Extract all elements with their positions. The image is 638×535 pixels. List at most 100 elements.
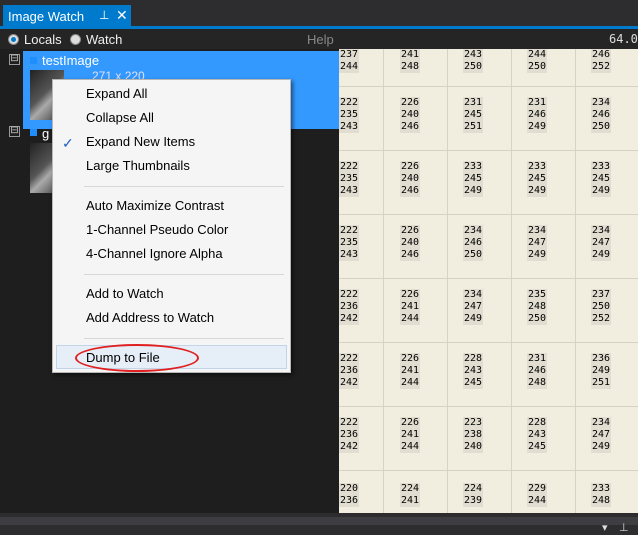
image-type-icon <box>30 129 37 136</box>
menu-item-ignore-alpha[interactable]: 4-Channel Ignore Alpha <box>86 246 223 261</box>
pixel-channel-value: 241 <box>400 495 421 507</box>
radio-selected-icon <box>8 34 19 45</box>
pin-icon[interactable]: ⊥ <box>99 8 109 22</box>
pixel-channel-value: 252 <box>591 61 612 73</box>
pixel-channel-value: 236 <box>339 365 360 377</box>
pixel-channel-value: 233 <box>527 161 548 173</box>
pixel-channel-value: 234 <box>591 417 612 429</box>
menu-item-add-to-watch[interactable]: Add to Watch <box>86 286 164 301</box>
pixel-channel-value: 226 <box>400 353 421 365</box>
pixel-channel-value: 226 <box>400 289 421 301</box>
pixel-channel-value: 222 <box>339 225 360 237</box>
menu-item-large-thumbnails[interactable]: Large Thumbnails <box>86 158 190 173</box>
pixel-channel-value: 228 <box>463 353 484 365</box>
dropdown-icon[interactable]: ▾ <box>602 521 608 534</box>
pixel-channel-value: 236 <box>339 301 360 313</box>
pixel-channel-value: 250 <box>527 61 548 73</box>
pixel-channel-value: 240 <box>400 109 421 121</box>
pixel-channel-value: 243 <box>339 121 360 133</box>
pixel-channel-value: 233 <box>591 483 612 495</box>
pixel-channel-value: 240 <box>400 237 421 249</box>
pixel-channel-value: 231 <box>527 353 548 365</box>
pixel-channel-value: 223 <box>463 417 484 429</box>
pixel-channel-value: 246 <box>591 49 612 61</box>
menu-item-expand-new-items[interactable]: Expand New Items <box>86 134 195 149</box>
radio-unselected-icon <box>70 34 81 45</box>
menu-item-expand-all[interactable]: Expand All <box>86 86 147 101</box>
pixel-channel-value: 239 <box>463 495 484 507</box>
horizontal-scrollbar[interactable] <box>0 517 638 525</box>
pixel-channel-value: 236 <box>339 495 360 507</box>
pixel-channel-value: 244 <box>400 441 421 453</box>
pixel-channel-value: 250 <box>463 61 484 73</box>
pixel-channel-value: 243 <box>339 249 360 261</box>
pixel-value-cell: 244 250 <box>527 49 548 73</box>
pixel-value-cell: 226 241 244 <box>400 417 421 453</box>
pixel-channel-value: 244 <box>400 313 421 325</box>
pixel-channel-value: 244 <box>339 61 360 73</box>
pixel-channel-value: 233 <box>591 161 612 173</box>
pixel-channel-value: 244 <box>527 495 548 507</box>
pixel-channel-value: 224 <box>463 483 484 495</box>
pixel-channel-value: 236 <box>339 429 360 441</box>
pixel-channel-value: 235 <box>339 237 360 249</box>
tab-image-watch[interactable]: Image Watch ⊥ ✕ <box>3 5 131 27</box>
pixel-channel-value: 246 <box>527 109 548 121</box>
collapse-icon[interactable]: ⊟ <box>9 126 20 137</box>
pixel-value-cell: 226 240 246 <box>400 225 421 261</box>
radio-watch-label: Watch <box>86 32 123 47</box>
radio-locals[interactable]: Locals <box>8 32 62 47</box>
pixel-channel-value: 224 <box>400 483 421 495</box>
pixel-channel-value: 248 <box>591 495 612 507</box>
pixel-channel-value: 235 <box>339 173 360 185</box>
pin-icon[interactable]: ⊥ <box>619 521 629 534</box>
menu-item-auto-maximize-contrast[interactable]: Auto Maximize Contrast <box>86 198 224 213</box>
pixel-value-cell: 220 236 <box>339 483 360 507</box>
pixel-channel-value: 251 <box>591 377 612 389</box>
pixel-channel-value: 236 <box>591 353 612 365</box>
pixel-channel-value: 228 <box>527 417 548 429</box>
pixel-value-cell: 222 235 243 <box>339 225 360 261</box>
pixel-channel-value: 245 <box>527 441 548 453</box>
pixel-channel-value: 249 <box>527 185 548 197</box>
pixel-value-cell: 231 246 249 <box>527 97 548 133</box>
pixel-channel-value: 246 <box>591 109 612 121</box>
menu-item-add-address-to-watch[interactable]: Add Address to Watch <box>86 310 214 325</box>
pixel-channel-value: 222 <box>339 97 360 109</box>
pixel-value-cell: 226 240 246 <box>400 97 421 133</box>
pixel-channel-value: 220 <box>339 483 360 495</box>
pixel-channel-value: 250 <box>527 313 548 325</box>
pixel-channel-value: 245 <box>463 377 484 389</box>
pixel-value-cell: 234 246 250 <box>463 225 484 261</box>
pixel-channel-value: 222 <box>339 161 360 173</box>
pixel-channel-value: 242 <box>339 441 360 453</box>
pixel-channel-value: 240 <box>400 173 421 185</box>
radio-locals-label: Locals <box>24 32 62 47</box>
pixel-channel-value: 234 <box>463 289 484 301</box>
pixel-channel-value: 226 <box>400 417 421 429</box>
pixel-channel-value: 250 <box>591 301 612 313</box>
pixel-value-cell: 226 241 244 <box>400 289 421 325</box>
pixel-value-cell: 234 247 249 <box>463 289 484 325</box>
tab-title: Image Watch <box>8 8 85 24</box>
pixel-channel-value: 249 <box>463 185 484 197</box>
pixel-channel-value: 243 <box>339 185 360 197</box>
pixel-value-cell: 222 236 242 <box>339 417 360 453</box>
pixel-value-cell: 231 245 251 <box>463 97 484 133</box>
pixel-channel-value: 242 <box>339 377 360 389</box>
pixel-channel-value: 238 <box>463 429 484 441</box>
pixel-value-cell: 233 245 249 <box>463 161 484 197</box>
pixel-value-cell: 222 235 243 <box>339 97 360 133</box>
help-link[interactable]: Help <box>307 32 334 47</box>
menu-item-collapse-all[interactable]: Collapse All <box>86 110 154 125</box>
pixel-value-cell: 233 245 249 <box>591 161 612 197</box>
collapse-icon[interactable]: ⊟ <box>9 54 20 65</box>
pixel-viewer[interactable]: 237 244 241 248 243 250 244 250 246 252 222 235 243 2… <box>339 49 638 513</box>
pixel-channel-value: 250 <box>463 249 484 261</box>
pixel-channel-value: 226 <box>400 225 421 237</box>
pixel-channel-value: 222 <box>339 417 360 429</box>
menu-item-pseudo-color[interactable]: 1-Channel Pseudo Color <box>86 222 228 237</box>
radio-watch[interactable]: Watch <box>70 32 122 47</box>
pixel-channel-value: 250 <box>591 121 612 133</box>
close-icon[interactable]: ✕ <box>116 7 128 24</box>
